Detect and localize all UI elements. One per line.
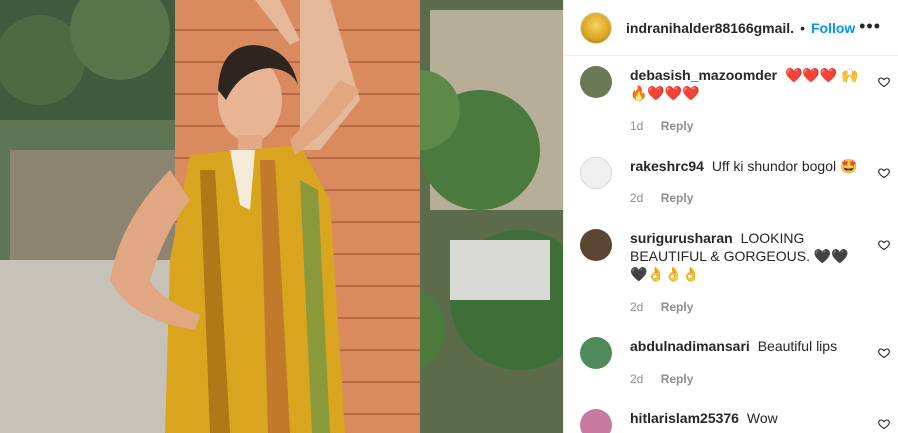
comment-item: rakeshrc94 Uff ki shundor bogol 🤩 2d Rep… bbox=[580, 157, 890, 207]
comment-username[interactable]: rakeshrc94 bbox=[630, 158, 704, 174]
like-comment-heart-icon[interactable] bbox=[878, 347, 890, 359]
like-comment-heart-icon[interactable] bbox=[878, 418, 890, 430]
comment-meta: 1d Reply bbox=[630, 119, 693, 133]
post-header: indranihalder88166gmail. • Follow ••• bbox=[564, 0, 898, 56]
comment-body: rakeshrc94 Uff ki shundor bogol 🤩 bbox=[630, 157, 860, 175]
reply-button[interactable]: Reply bbox=[661, 191, 694, 205]
comment-item: hitlarislam25376 Wow bbox=[580, 409, 890, 433]
comments-panel: indranihalder88166gmail. • Follow ••• de… bbox=[563, 0, 898, 433]
comment-meta: 2d Reply bbox=[630, 300, 693, 314]
comment-age: 2d bbox=[630, 191, 644, 205]
like-comment-heart-icon[interactable] bbox=[878, 167, 890, 179]
reply-button[interactable]: Reply bbox=[661, 300, 694, 314]
comment-item: debasish_mazoomder ❤️❤️❤️ 🙌 🔥❤️❤️❤️ 1d R… bbox=[580, 66, 890, 136]
comment-username[interactable]: abdulnadimansari bbox=[630, 338, 750, 354]
comment-body: surigurusharan LOOKING BEAUTIFUL & GORGE… bbox=[630, 229, 860, 283]
comment-meta: 2d Reply bbox=[630, 191, 693, 205]
post-photo[interactable] bbox=[0, 0, 563, 433]
commenter-avatar[interactable] bbox=[580, 409, 612, 433]
commenter-avatar[interactable] bbox=[580, 337, 612, 369]
comment-text: Wow bbox=[746, 410, 778, 426]
comment-username[interactable]: surigurusharan bbox=[630, 230, 733, 246]
comment-body: debasish_mazoomder ❤️❤️❤️ 🙌 🔥❤️❤️❤️ bbox=[630, 66, 860, 102]
follow-button[interactable]: Follow bbox=[811, 20, 855, 36]
comment-age: 1d bbox=[630, 119, 644, 133]
like-comment-heart-icon[interactable] bbox=[878, 76, 890, 88]
commenter-avatar[interactable] bbox=[580, 229, 612, 261]
comment-item: abdulnadimansari Beautiful lips 2d Reply bbox=[580, 337, 890, 387]
comment-text: Beautiful lips bbox=[757, 338, 838, 354]
comment-username[interactable]: debasish_mazoomder bbox=[630, 67, 777, 83]
photo-illustration bbox=[0, 0, 563, 433]
more-options-icon[interactable]: ••• bbox=[859, 16, 881, 37]
header-separator: • bbox=[800, 19, 805, 36]
like-comment-heart-icon[interactable] bbox=[878, 239, 890, 251]
comment-age: 2d bbox=[630, 300, 644, 314]
comment-text: Uff ki shundor bogol 🤩 bbox=[711, 158, 858, 174]
comment-meta: 2d Reply bbox=[630, 372, 693, 386]
comment-item: surigurusharan LOOKING BEAUTIFUL & GORGE… bbox=[580, 229, 890, 319]
commenter-avatar[interactable] bbox=[580, 66, 612, 98]
author-avatar[interactable] bbox=[580, 11, 612, 44]
comment-body: abdulnadimansari Beautiful lips bbox=[630, 337, 860, 355]
reply-button[interactable]: Reply bbox=[661, 119, 694, 133]
author-username[interactable]: indranihalder88166gmail. bbox=[626, 20, 794, 36]
reply-button[interactable]: Reply bbox=[661, 372, 694, 386]
comment-username[interactable]: hitlarislam25376 bbox=[630, 410, 739, 426]
comment-age: 2d bbox=[630, 372, 644, 386]
commenter-avatar[interactable] bbox=[580, 157, 612, 189]
comment-body: hitlarislam25376 Wow bbox=[630, 409, 860, 427]
